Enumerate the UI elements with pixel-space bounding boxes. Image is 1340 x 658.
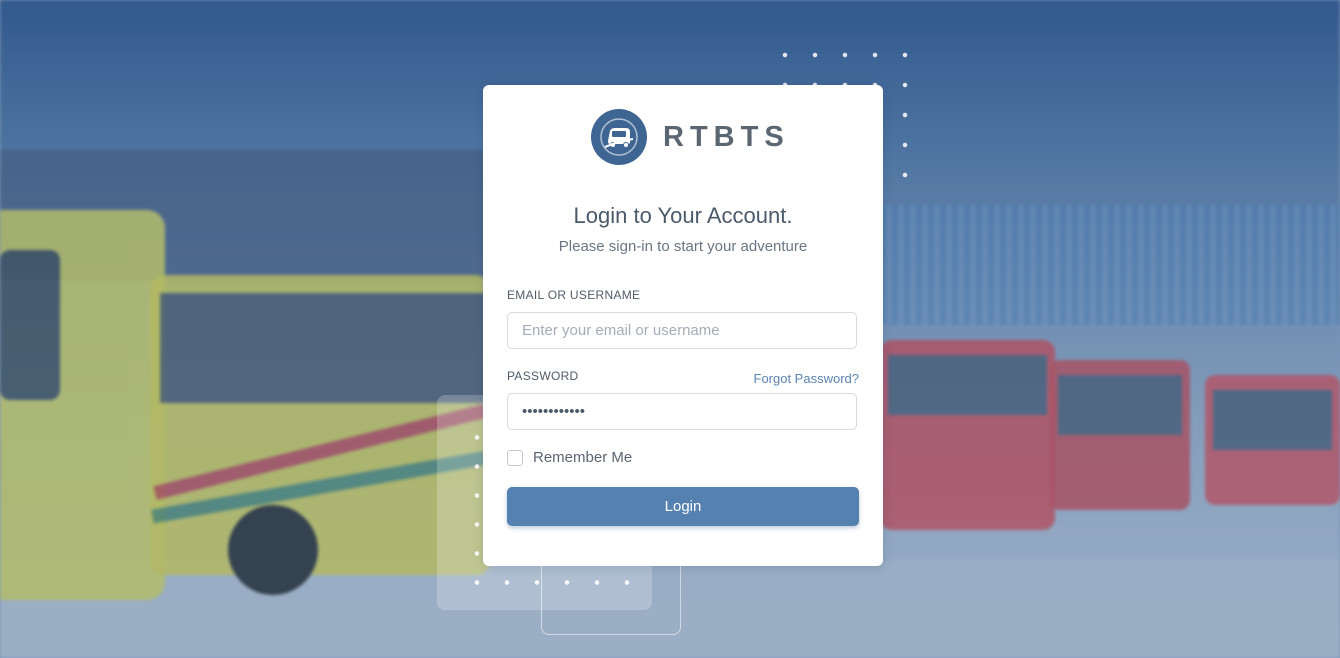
email-input[interactable] <box>507 312 857 349</box>
page-title: Login to Your Account. <box>573 203 793 228</box>
login-card: RTBTS Login to Your Account. Please sign… <box>483 85 883 566</box>
remember-me[interactable]: Remember Me <box>507 449 632 466</box>
bus-logo-icon <box>591 109 647 165</box>
remember-me-label: Remember Me <box>533 449 633 466</box>
brand: RTBTS <box>591 109 790 165</box>
brand-name: RTBTS <box>663 120 790 153</box>
remember-me-checkbox[interactable] <box>507 449 523 466</box>
password-input[interactable] <box>507 393 857 430</box>
page-subtitle: Please sign-in to start your adventure <box>558 238 808 255</box>
email-label: EMAIL OR USERNAME <box>507 288 641 302</box>
password-label: PASSWORD <box>507 369 579 383</box>
forgot-password-link[interactable]: Forgot Password? <box>754 371 860 386</box>
login-button[interactable]: Login <box>507 487 859 526</box>
